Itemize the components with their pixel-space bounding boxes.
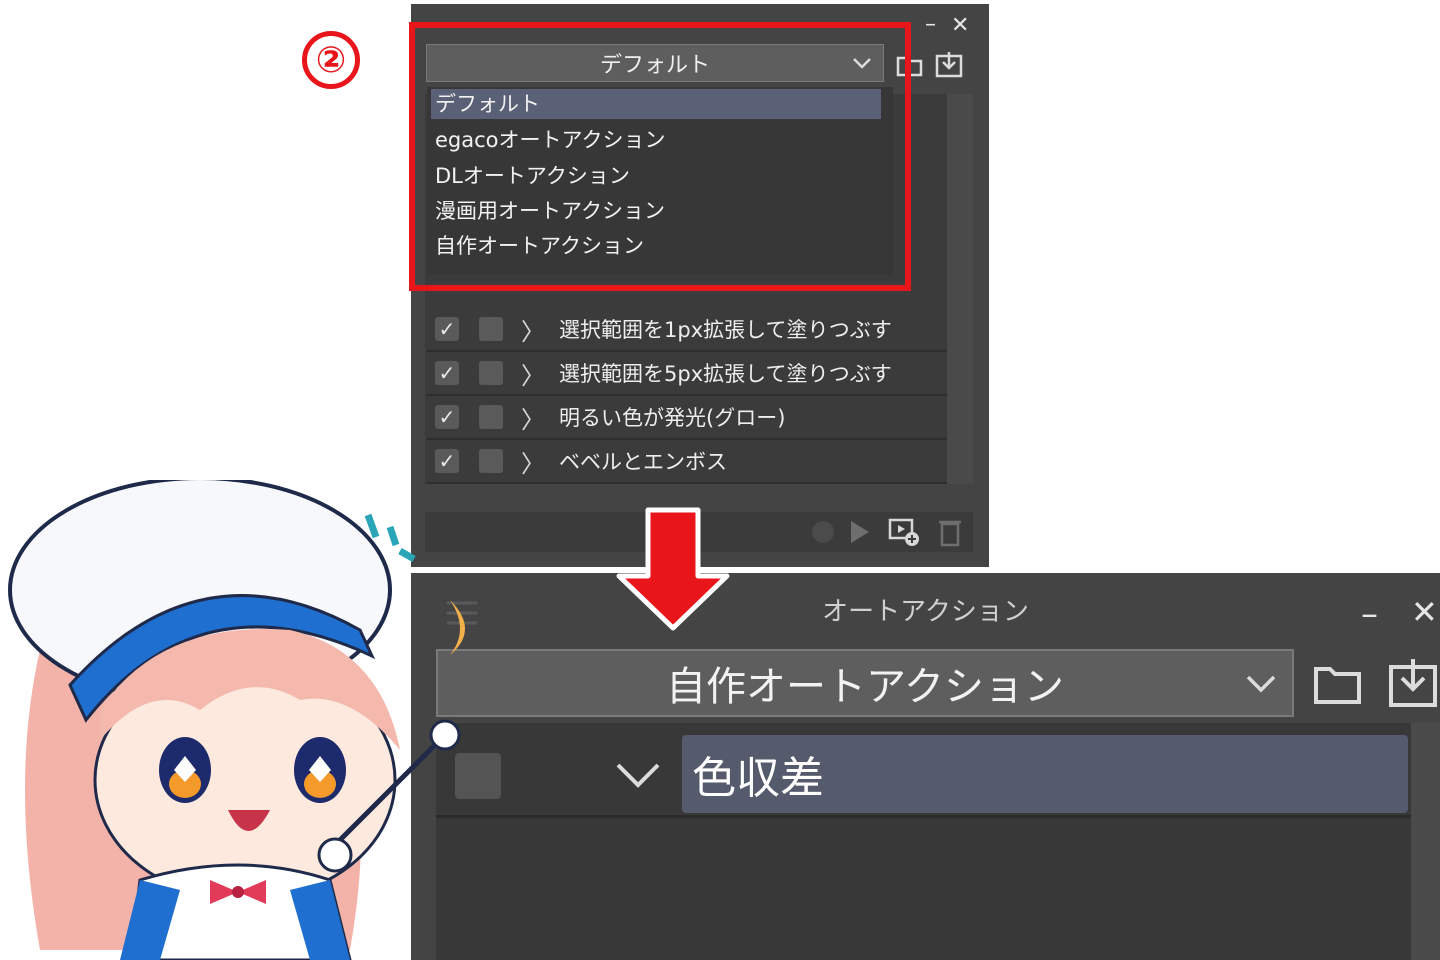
action-set-dropdown[interactable]: 自作オートアクション xyxy=(436,649,1294,717)
scrollbar[interactable] xyxy=(1411,723,1440,960)
panel-title: オートアクション xyxy=(822,597,1029,627)
list-item[interactable]: ✓ 〉 選択範囲を5px拡張して塗りつぶす xyxy=(427,352,947,396)
enable-checkbox[interactable]: ✓ xyxy=(435,361,459,385)
dialog-checkbox[interactable] xyxy=(479,449,503,473)
dialog-checkbox[interactable] xyxy=(479,361,503,385)
enable-checkbox[interactable]: ✓ xyxy=(435,405,459,429)
dropdown-value: 自作オートアクション xyxy=(666,664,1064,710)
close-button[interactable]: ✕ xyxy=(1411,596,1438,628)
highlight-box xyxy=(409,22,911,291)
step-number-badge: ② xyxy=(302,31,360,89)
add-action-icon[interactable] xyxy=(887,516,921,548)
enable-checkbox[interactable]: ✓ xyxy=(435,449,459,473)
close-button[interactable]: ✕ xyxy=(951,15,969,37)
list-item[interactable]: ✓ 〉 明るい色が発光(グロー) xyxy=(427,396,947,440)
chevron-right-icon[interactable]: 〉 xyxy=(521,444,545,479)
action-label: 選択範囲を5px拡張して塗りつぶす xyxy=(559,362,892,386)
dialog-checkbox[interactable] xyxy=(479,317,503,341)
chevron-right-icon[interactable]: 〉 xyxy=(521,312,545,347)
action-label: 明るい色が発光(グロー) xyxy=(559,406,786,430)
chevron-right-icon[interactable]: 〉 xyxy=(521,356,545,391)
mascot-character-illustration xyxy=(8,480,465,960)
dialog-checkbox[interactable] xyxy=(479,405,503,429)
import-icon[interactable] xyxy=(934,50,964,80)
list-item[interactable]: ✓ 〉 ベベルとエンボス xyxy=(427,440,947,484)
record-icon[interactable] xyxy=(809,518,837,546)
list-item[interactable]: ✓ 〉 選択範囲を1px拡張して塗りつぶす xyxy=(427,308,947,352)
chevron-down-icon[interactable] xyxy=(612,757,664,793)
action-label: ベベルとエンボス xyxy=(559,450,727,474)
scrollbar[interactable] xyxy=(947,94,973,484)
open-folder-icon[interactable] xyxy=(1311,655,1367,711)
down-arrow-icon xyxy=(616,507,730,631)
enable-checkbox[interactable]: ✓ xyxy=(435,317,459,341)
import-icon[interactable] xyxy=(1385,655,1440,711)
chevron-down-icon xyxy=(1246,675,1276,693)
trash-icon[interactable] xyxy=(935,516,965,548)
action-set-name[interactable]: 色収差 xyxy=(682,735,1408,813)
chevron-right-icon[interactable]: 〉 xyxy=(521,400,545,435)
minimize-button[interactable]: – xyxy=(1361,597,1378,631)
play-icon[interactable] xyxy=(845,518,873,546)
minimize-button[interactable]: – xyxy=(925,14,936,36)
action-label: 選択範囲を1px拡張して塗りつぶす xyxy=(559,318,892,342)
